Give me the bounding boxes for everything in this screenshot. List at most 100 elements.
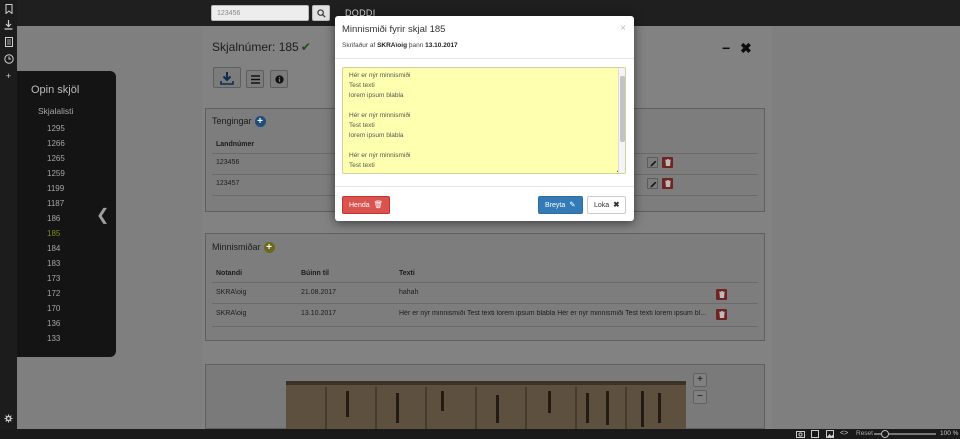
sidebar-item[interactable]: 172	[47, 286, 65, 301]
add-note-icon[interactable]: +	[263, 242, 275, 254]
minnismidar-title-text: Minnismiðar	[212, 242, 261, 252]
delete-note-button[interactable]: Henda 🗑	[342, 196, 391, 214]
pencil-icon	[650, 160, 657, 167]
note-row-1-created: 21.08.2017	[301, 289, 337, 296]
edit-note-button[interactable]: Breyta ✎	[538, 196, 583, 214]
modal-footer-divider	[335, 186, 634, 187]
divider	[212, 303, 758, 304]
list-icon	[250, 75, 260, 84]
delete-note-button[interactable]	[716, 289, 727, 300]
meta-prefix: Skrifaður af	[342, 42, 376, 49]
document-title: Skjalnúmer: 185 ✔	[212, 40, 311, 54]
bookmark-icon[interactable]	[3, 4, 14, 15]
tengingar-title: Tengingar +	[212, 116, 266, 128]
close-icon: ✖	[613, 200, 620, 209]
clock-icon[interactable]	[3, 54, 14, 65]
note-row-2-text[interactable]: Hér er nýr minnismiði Test texti lorem i…	[399, 310, 711, 317]
zoom-out-button[interactable]: −	[693, 390, 707, 404]
open-documents-sidebar: Opin skjöl Skjalalisti 1295 1266 1265 12…	[17, 71, 116, 357]
sidebar-item[interactable]: 173	[47, 271, 65, 286]
zoom-level: 100 %	[940, 430, 959, 437]
trash-icon	[664, 159, 671, 166]
info-button[interactable]	[270, 70, 288, 88]
download-icon[interactable]	[3, 20, 14, 31]
sidebar-item[interactable]: 1295	[47, 121, 65, 136]
search-icon	[317, 9, 326, 18]
sidebar-item[interactable]: 1265	[47, 151, 65, 166]
camera-icon[interactable]	[796, 430, 805, 438]
meta-mid: þann	[408, 42, 424, 49]
scanned-document-image[interactable]	[286, 381, 686, 429]
download-button[interactable]	[213, 67, 241, 88]
minnismidar-title: Minnismiðar +	[212, 242, 275, 254]
modal-header-divider	[335, 58, 634, 59]
sidebar-item[interactable]: 1187	[47, 196, 65, 211]
list-button[interactable]	[246, 70, 264, 88]
tengingar-title-text: Tengingar	[212, 116, 252, 126]
status-bar: <> Reset 100 %	[0, 429, 960, 439]
sidebar-item[interactable]: 136	[47, 316, 65, 331]
sidebar-item-active[interactable]: 185	[47, 226, 65, 241]
sidebar-item[interactable]: 133	[47, 331, 65, 346]
col-notandi: Notandi	[216, 270, 243, 277]
note-row-2-user: SKRA\oig	[216, 310, 247, 317]
delete-note-button[interactable]	[716, 309, 727, 320]
note-scrollbar[interactable]	[618, 68, 625, 173]
note-row-2-created: 13.10.2017	[301, 310, 337, 317]
edit-tenging-button[interactable]	[647, 157, 658, 168]
pencil-icon: ✎	[569, 200, 576, 209]
meta-date: 13.10.2017	[425, 42, 458, 49]
sidebar-item[interactable]: 186	[47, 211, 65, 226]
add-tenging-icon[interactable]: +	[254, 116, 266, 128]
modal-meta: Skrifaður af SKRA\oig þann 13.10.2017	[342, 42, 458, 49]
sidebar-item[interactable]: 170	[47, 301, 65, 316]
close-modal-button[interactable]: Loka ✖	[587, 196, 627, 214]
sidebar-subtitle[interactable]: Skjalalisti	[38, 106, 73, 116]
gear-icon[interactable]	[3, 414, 14, 425]
sidebar-item[interactable]: 183	[47, 256, 65, 271]
scrollbar-thumb[interactable]	[620, 76, 625, 142]
close-document-icon[interactable]: ✖	[740, 40, 752, 57]
reset-zoom-label[interactable]: Reset	[856, 429, 873, 439]
note-row-1-text[interactable]: hahah	[399, 289, 418, 296]
collapse-sidebar-chevron-icon[interactable]: ❮	[96, 205, 109, 225]
minimize-icon[interactable]: −	[722, 40, 730, 56]
search-button[interactable]	[312, 5, 330, 21]
trash-icon	[664, 180, 671, 187]
add-icon[interactable]: +	[3, 71, 14, 82]
note-textarea[interactable]: Hér er nýr minnismiði Test texti lorem i…	[342, 67, 626, 174]
trash-icon	[718, 311, 725, 318]
modal-close-icon[interactable]: ×	[620, 23, 626, 34]
sidebar-item[interactable]: 1199	[47, 181, 65, 196]
search-input[interactable]	[211, 5, 309, 21]
zoom-slider-handle[interactable]	[881, 430, 889, 438]
close-label: Loka	[594, 202, 610, 209]
sidebar-item[interactable]: 1266	[47, 136, 65, 151]
col-texti: Texti	[399, 270, 415, 277]
tenging-row-2[interactable]: 123457	[216, 180, 239, 187]
code-icon[interactable]: <>	[840, 429, 848, 439]
delete-tenging-button[interactable]	[662, 178, 673, 189]
trash-icon: 🗑	[373, 200, 384, 209]
document-number: Skjalnúmer: 185	[212, 40, 299, 54]
document-icon[interactable]	[3, 37, 14, 48]
zoom-in-button[interactable]: +	[693, 373, 707, 387]
document-image-viewer: + −	[205, 364, 765, 429]
check-icon: ✔	[300, 40, 311, 54]
window-icon[interactable]	[811, 430, 819, 438]
edit-tenging-button[interactable]	[647, 178, 658, 189]
minnismidar-panel: Minnismiðar + Notandi Búinn til Texti SKR…	[205, 233, 765, 341]
col-buinn-til: Búinn til	[301, 270, 329, 277]
info-icon	[274, 75, 284, 84]
delete-label: Henda	[349, 202, 370, 209]
download-icon	[220, 72, 234, 85]
trash-icon	[718, 291, 725, 298]
divider	[212, 282, 758, 283]
edit-label: Breyta	[545, 202, 566, 209]
image-icon[interactable]	[826, 430, 834, 438]
sidebar-item[interactable]: 184	[47, 241, 65, 256]
delete-tenging-button[interactable]	[662, 157, 673, 168]
tenging-row-1[interactable]: 123456	[216, 159, 239, 166]
sidebar-item[interactable]: 1259	[47, 166, 65, 181]
meta-author: SKRA\oig	[377, 42, 408, 49]
